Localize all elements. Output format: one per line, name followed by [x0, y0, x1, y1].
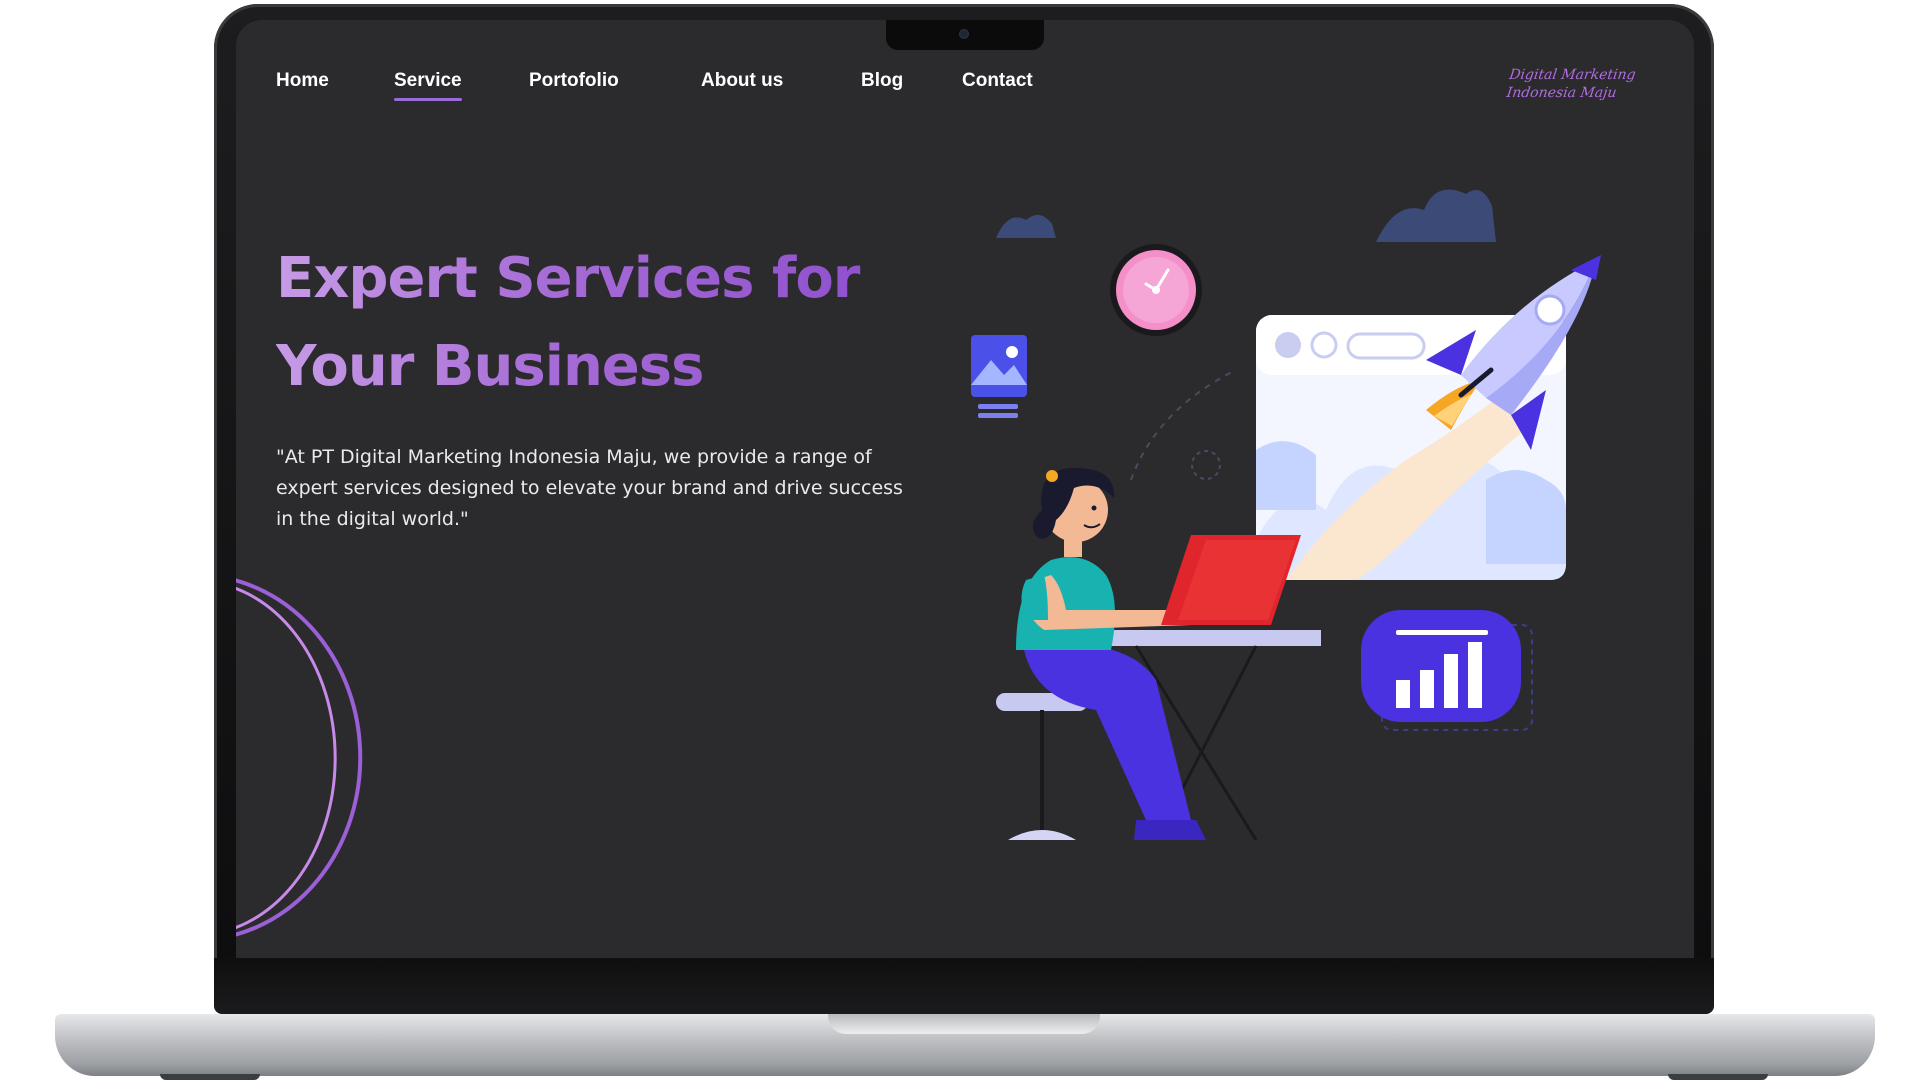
bar-chart-icon: [1361, 610, 1533, 731]
logo-line-2: Indonesia Maju: [1505, 85, 1618, 101]
hero-description: "At PT Digital Marketing Indonesia Maju,…: [276, 446, 903, 530]
decorative-arcs-2: [236, 565, 386, 955]
brand-logo[interactable]: Digital Marketing Indonesia Maju: [1505, 66, 1660, 102]
laptop-screen: Home Service Portofolio About us Blog Co…: [236, 20, 1694, 958]
nav-about-us[interactable]: About us: [701, 70, 783, 92]
laptop-notch: [886, 20, 1044, 50]
nav-blog[interactable]: Blog: [861, 70, 903, 92]
camera-icon: [959, 29, 969, 39]
hero-illustration: [971, 189, 1601, 841]
image-icon: [971, 335, 1027, 418]
laptop-foot-left: [160, 1074, 260, 1080]
logo-line-1: Digital Marketing: [1508, 67, 1637, 83]
nav-service[interactable]: Service: [394, 70, 462, 101]
stool-illustration: [996, 693, 1088, 840]
cloud-icon: [996, 189, 1496, 242]
laptop-foot-right: [1668, 1074, 1768, 1080]
dashed-circle: [1191, 450, 1221, 480]
laptop-mockup: Home Service Portofolio About us Blog Co…: [0, 0, 1920, 1080]
clock-icon: [1110, 244, 1202, 336]
laptop-chin: [214, 958, 1714, 1014]
dashed-path: [1130, 369, 1237, 481]
person-illustration: [1016, 467, 1206, 840]
nav-portofolio[interactable]: Portofolio: [529, 70, 619, 92]
nav-home[interactable]: Home: [276, 70, 329, 92]
hero-title-line-2: Your Business: [276, 334, 704, 399]
hero-title: Expert Services for Your Business: [276, 235, 896, 411]
laptop-base-groove: [828, 1014, 1100, 1034]
hero-title-line-1: Expert Services for: [276, 246, 860, 311]
laptop-illustration: [1161, 535, 1301, 625]
nav-contact[interactable]: Contact: [962, 70, 1033, 92]
